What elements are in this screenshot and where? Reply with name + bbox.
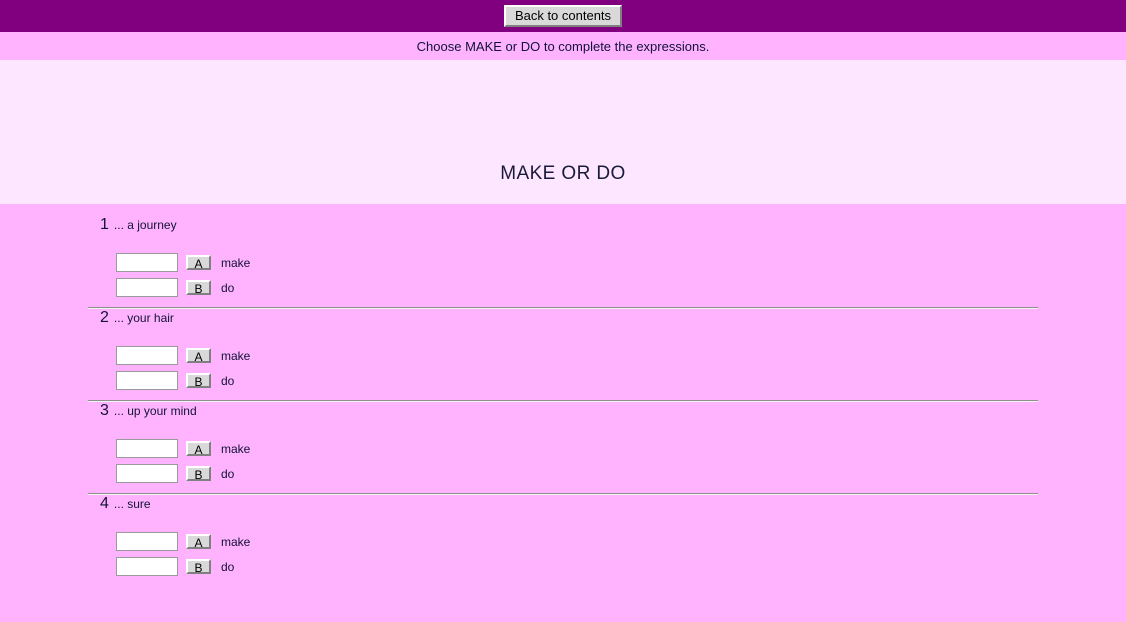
option-row: Bdo — [116, 556, 1126, 577]
question-number: 1 — [100, 216, 109, 233]
option-row: Amake — [116, 531, 1126, 552]
instruction-bar: Choose MAKE or DO to complete the expres… — [0, 32, 1126, 60]
question-heading: 4 ... sure — [0, 495, 1126, 517]
option-letter-button[interactable]: A — [186, 441, 211, 457]
answer-input[interactable] — [116, 532, 178, 551]
option-label: do — [221, 280, 235, 295]
option-row: Bdo — [116, 463, 1126, 484]
option-letter-button[interactable]: B — [186, 559, 211, 575]
option-label: do — [221, 373, 235, 388]
option-label: do — [221, 466, 235, 481]
answer-input[interactable] — [116, 439, 178, 458]
answer-input[interactable] — [116, 253, 178, 272]
top-navigation-bar: Back to contents — [0, 0, 1126, 32]
option-label: make — [221, 348, 251, 363]
answer-input[interactable] — [116, 464, 178, 483]
option-letter-button[interactable]: B — [186, 466, 211, 482]
option-letter-button[interactable]: A — [186, 255, 211, 271]
question-block: 4 ... sure Amake Bdo — [0, 495, 1126, 577]
option-row: Amake — [116, 345, 1126, 366]
option-label: make — [221, 534, 251, 549]
answer-input[interactable] — [116, 346, 178, 365]
instruction-text: Choose MAKE or DO to complete the expres… — [416, 38, 710, 54]
option-row: Amake — [116, 252, 1126, 273]
option-row: Bdo — [116, 277, 1126, 298]
option-row: Amake — [116, 438, 1126, 459]
question-heading: 3 ... up your mind — [0, 402, 1126, 424]
option-label: make — [221, 441, 251, 456]
option-letter-button[interactable]: B — [186, 280, 211, 296]
option-row: Bdo — [116, 370, 1126, 391]
back-to-contents-button[interactable]: Back to contents — [503, 5, 623, 27]
answer-input[interactable] — [116, 557, 178, 576]
option-label: make — [221, 255, 251, 270]
question-block: 1 ... a journey Amake Bdo — [0, 216, 1126, 309]
option-list: Amake Bdo — [0, 424, 1126, 484]
question-block: 2 ... your hair Amake Bdo — [0, 309, 1126, 402]
option-list: Amake Bdo — [0, 517, 1126, 577]
option-label: do — [221, 559, 235, 574]
question-prompt: ... up your mind — [113, 404, 197, 418]
question-prompt: ... a journey — [113, 218, 177, 232]
questions-container: 1 ... a journey Amake Bdo 2 ... your hair Amak… — [0, 204, 1126, 577]
option-list: Amake Bdo — [0, 238, 1126, 298]
question-number: 3 — [100, 402, 109, 419]
question-prompt: ... your hair — [113, 311, 174, 325]
option-list: Amake Bdo — [0, 331, 1126, 391]
question-prompt: ... sure — [113, 497, 151, 511]
option-letter-button[interactable]: A — [186, 348, 211, 364]
answer-input[interactable] — [116, 278, 178, 297]
question-block: 3 ... up your mind Amake Bdo — [0, 402, 1126, 495]
page-title: MAKE OR DO — [500, 163, 626, 184]
option-letter-button[interactable]: B — [186, 373, 211, 389]
question-heading: 2 ... your hair — [0, 309, 1126, 331]
question-heading: 1 ... a journey — [0, 216, 1126, 238]
question-number: 2 — [100, 309, 109, 326]
question-number: 4 — [100, 495, 109, 512]
title-zone: MAKE OR DO — [0, 60, 1126, 204]
answer-input[interactable] — [116, 371, 178, 390]
option-letter-button[interactable]: A — [186, 534, 211, 550]
